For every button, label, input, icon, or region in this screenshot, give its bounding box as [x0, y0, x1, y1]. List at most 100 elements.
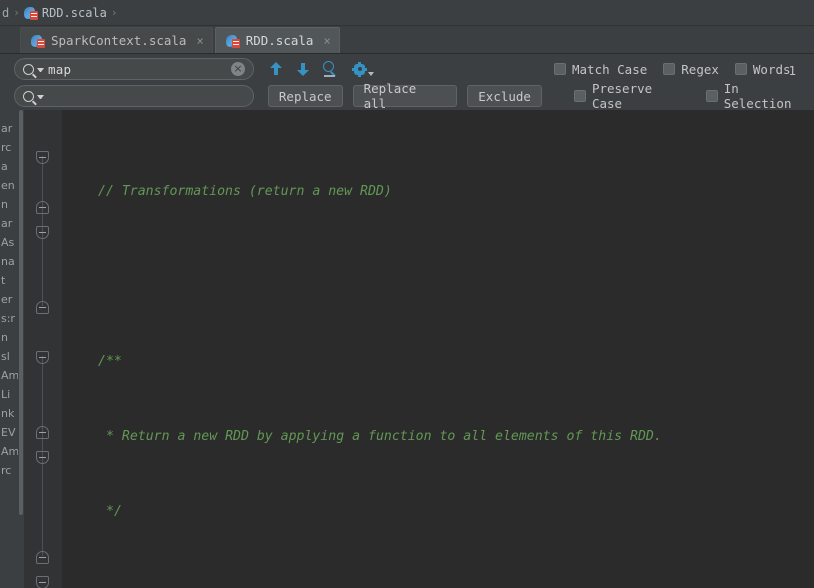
find-settings-button[interactable] — [352, 61, 374, 77]
fold-marker-method-map[interactable] — [35, 225, 50, 240]
list-item[interactable]: sl — [0, 347, 18, 366]
match-count-label: 1 — [788, 63, 797, 78]
fold-marker-doc-open[interactable] — [35, 150, 50, 165]
checkbox-box — [705, 90, 718, 102]
scala-file-icon — [225, 34, 240, 48]
checkbox-label: In Selection — [723, 81, 792, 111]
fold-marker-doc2-close[interactable] — [35, 425, 50, 440]
checkbox-label: Preserve Case — [591, 81, 653, 111]
chevron-down-icon — [368, 71, 374, 76]
clear-search-icon[interactable]: × — [231, 62, 245, 76]
exclude-button[interactable]: Exclude — [467, 85, 542, 107]
project-tree-clipped[interactable]: ar rc a en n ar As na t er s:r n sl Am L… — [0, 110, 18, 588]
code-line-doc-open: /** — [62, 349, 814, 374]
list-item[interactable]: EV — [0, 423, 18, 442]
replace-input[interactable] — [14, 85, 254, 107]
tab-rdd-scala[interactable]: RDD.scala × — [214, 27, 340, 53]
list-item[interactable]: Am — [0, 442, 18, 461]
find-replace-panel: map × Match Case Regex Words 1 Replace R… — [14, 55, 814, 111]
exclude-button-label: Exclude — [478, 88, 531, 104]
fold-marker-doc2-open[interactable] — [35, 350, 50, 365]
checkbox-preserve-case[interactable]: Preserve Case — [573, 81, 690, 111]
checkbox-box — [734, 63, 747, 75]
code-line-doc-map-desc: * Return a new RDD by applying a functio… — [62, 424, 814, 449]
tab-label: SparkContext.scala — [51, 33, 187, 48]
doc-close-token: */ — [106, 504, 122, 519]
list-item[interactable]: Am — [0, 366, 18, 385]
list-item[interactable]: na — [0, 252, 18, 271]
checkbox-words[interactable]: Words — [734, 61, 791, 77]
arrow-up-icon[interactable] — [268, 61, 284, 77]
replace-all-button-label: Replace all — [363, 81, 417, 111]
fold-marker-doc3-open[interactable] — [35, 575, 50, 588]
replace-button[interactable]: Replace — [267, 85, 343, 107]
history-chevron-down-icon[interactable] — [37, 68, 44, 72]
search-input-value: map — [48, 61, 72, 77]
breadcrumb-truncated-prefix: d — [2, 5, 10, 20]
list-item[interactable]: er — [0, 290, 18, 309]
fold-marker-method-flatmap[interactable] — [35, 450, 50, 465]
list-item[interactable]: s:r — [0, 309, 18, 328]
search-magnifier-icon — [23, 63, 34, 75]
find-options-row-2: Preserve Case In Selection — [573, 81, 814, 111]
list-item[interactable]: en — [0, 176, 18, 195]
checkbox-label: Match Case — [572, 61, 648, 77]
replace-row: Replace Replace all Exclude Preserve Cas… — [14, 81, 814, 111]
checkbox-box — [573, 90, 586, 102]
checkbox-box — [663, 63, 676, 75]
list-item[interactable]: nk — [0, 404, 18, 423]
checkbox-match-case[interactable]: Match Case — [554, 62, 647, 77]
intellij-editor-window: d › RDD.scala › SparkContext.scala × RDD… — [0, 0, 814, 588]
breadcrumb-item-rdd-scala[interactable]: RDD.scala — [23, 5, 107, 20]
scala-file-icon — [31, 34, 45, 48]
fold-marker-method-map-end[interactable] — [35, 300, 50, 315]
list-item[interactable]: rc — [0, 138, 18, 157]
editor-gutter[interactable] — [24, 110, 62, 588]
checkbox-in-selection[interactable]: In Selection — [705, 81, 814, 111]
list-item[interactable]: n — [0, 195, 18, 214]
checkbox-box — [554, 63, 566, 75]
checkbox-label: Regex — [681, 61, 719, 77]
tab-label: RDD.scala — [245, 33, 314, 48]
breadcrumb-separator: › — [13, 6, 20, 19]
search-magnifier-icon — [23, 90, 34, 102]
code-editor[interactable]: // Transformations (return a new RDD) /*… — [24, 110, 814, 588]
gear-icon — [352, 61, 367, 77]
list-item[interactable]: Li — [0, 385, 18, 404]
scala-file-icon — [23, 6, 38, 20]
replace-all-button[interactable]: Replace all — [352, 81, 458, 111]
replace-button-label: Replace — [278, 88, 332, 104]
find-row: map × Match Case Regex Words 1 — [14, 57, 796, 81]
fold-marker-method-flatmap-end[interactable] — [35, 550, 50, 565]
code-line-doc-close: */ — [62, 499, 814, 524]
breadcrumb: d › RDD.scala › — [0, 0, 814, 26]
checkbox-label: Words — [752, 61, 791, 77]
fold-marker-doc-close[interactable] — [35, 200, 50, 215]
list-item[interactable]: n — [0, 328, 18, 347]
tab-sparkcontext-scala[interactable]: SparkContext.scala × — [20, 27, 213, 53]
list-item[interactable]: t — [0, 271, 18, 290]
find-nav-buttons — [268, 61, 338, 77]
list-item[interactable]: rc — [0, 461, 18, 480]
history-chevron-down-icon[interactable] — [37, 95, 44, 99]
breadcrumb-file-label: RDD.scala — [41, 5, 107, 20]
code-content[interactable]: // Transformations (return a new RDD) /*… — [62, 110, 814, 588]
list-item[interactable]: ar — [0, 119, 18, 138]
list-item[interactable]: a — [0, 157, 18, 176]
replace-buttons: Replace Replace all Exclude — [267, 81, 542, 111]
checkbox-regex[interactable]: Regex — [663, 62, 719, 77]
arrow-down-icon[interactable] — [295, 61, 311, 77]
editor-tab-bar: SparkContext.scala × RDD.scala × — [0, 26, 814, 54]
breadcrumb-separator-trailing: › — [110, 6, 118, 19]
find-in-selection-icon[interactable] — [322, 61, 338, 77]
find-options-row-1: Match Case Regex Words — [554, 62, 791, 77]
search-input[interactable]: map × — [14, 58, 254, 80]
code-line-clipped: // Transformations (return a new RDD) — [62, 185, 814, 199]
doc-text: * Return a new RDD by applying a functio… — [106, 429, 662, 444]
close-icon[interactable]: × — [323, 34, 330, 48]
close-icon[interactable]: × — [196, 34, 203, 48]
list-item[interactable]: ar — [0, 214, 18, 233]
code-comment-clipped: // Transformations (return a new RDD) — [98, 185, 392, 199]
list-item[interactable]: As — [0, 233, 18, 252]
